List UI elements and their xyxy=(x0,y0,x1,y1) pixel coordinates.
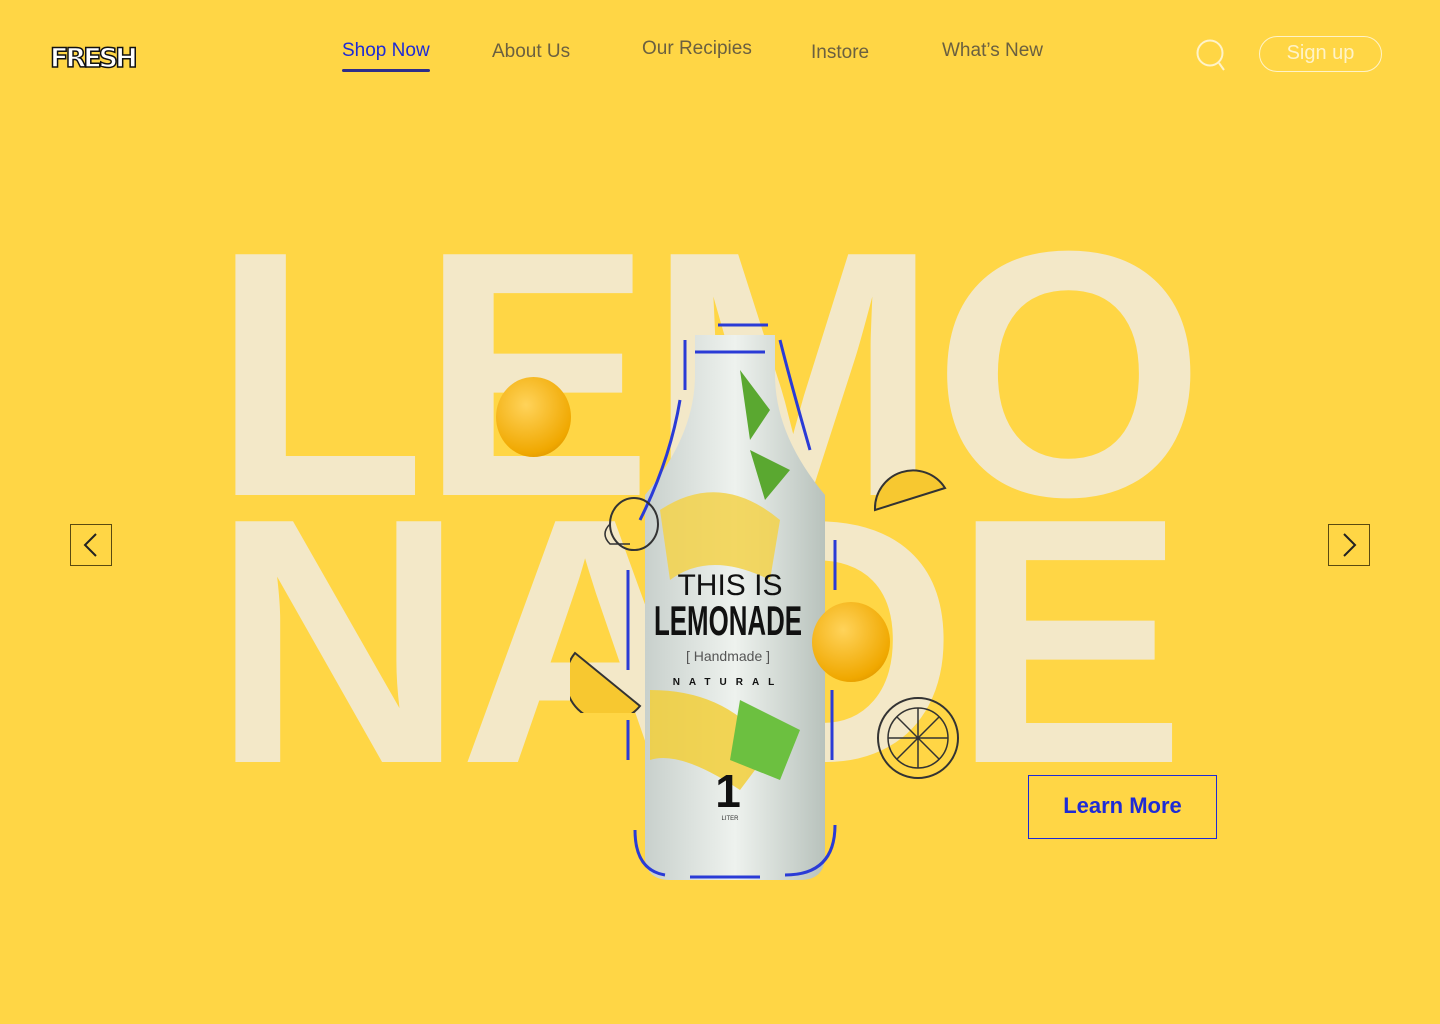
nav-instore[interactable]: Instore xyxy=(811,42,869,64)
nav-shop-now[interactable]: Shop Now xyxy=(342,40,430,72)
bottle-unit: LITER xyxy=(721,816,739,822)
bottle-label-line2: LEMONADE xyxy=(654,597,802,644)
logo[interactable]: FRESH xyxy=(49,42,138,75)
lemon-image xyxy=(812,602,890,682)
nav-our-recipies[interactable]: Our Recipies xyxy=(642,38,752,60)
bottle-label-line4: NATURAL xyxy=(673,677,784,688)
lemon-image xyxy=(496,377,571,457)
signup-button[interactable]: Sign up xyxy=(1259,36,1382,72)
bottle-volume: 1 xyxy=(715,765,741,817)
lemon-slice-sketch-icon xyxy=(570,651,642,713)
chevron-left-icon xyxy=(83,533,97,557)
lemonade-bottle-image: THIS IS LEMONADE [ Handmade ] NATURAL 1 … xyxy=(626,323,837,880)
lemon-sketch-icon xyxy=(877,697,959,779)
chevron-right-icon xyxy=(1343,533,1357,557)
search-icon[interactable] xyxy=(1195,38,1227,72)
next-slide-button[interactable] xyxy=(1328,524,1370,566)
nav-about-us[interactable]: About Us xyxy=(492,41,570,63)
lemon-slice-sketch-icon xyxy=(873,469,947,512)
bottle-label-line3: [ Handmade ] xyxy=(686,648,770,664)
prev-slide-button[interactable] xyxy=(70,524,112,566)
nav-whats-new[interactable]: What’s New xyxy=(942,40,1043,62)
lemon-sketch-icon xyxy=(604,497,659,551)
learn-more-button[interactable]: Learn More xyxy=(1028,775,1217,839)
